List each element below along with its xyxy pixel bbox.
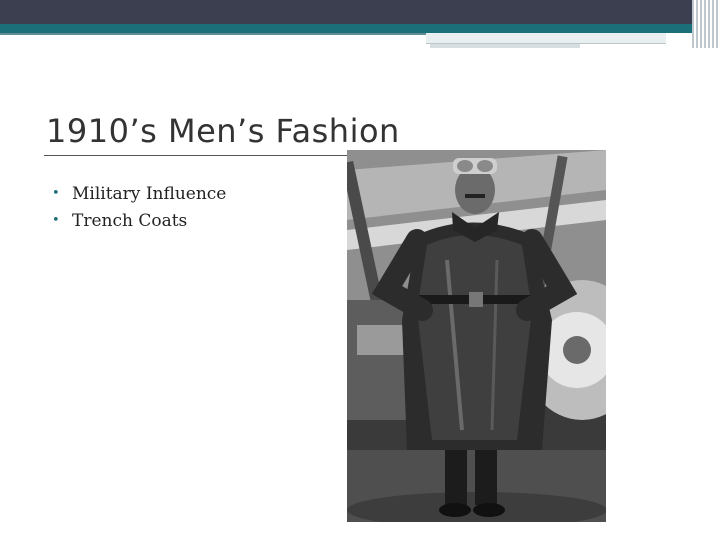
bullet-item: • Trench Coats <box>52 207 226 234</box>
header-bar-teal <box>0 24 720 33</box>
bullet-text: Military Influence <box>72 183 227 204</box>
header-tab-inner <box>430 44 580 48</box>
header-stripes <box>692 0 720 48</box>
bullet-item: • Military Influence <box>52 180 226 207</box>
header-bar-dark <box>0 0 720 24</box>
slide: 1910’s Men’s Fashion • Military Influenc… <box>0 0 720 540</box>
aviator-photo-drawing <box>347 150 606 522</box>
bullet-icon: • <box>52 186 60 201</box>
bullet-icon: • <box>52 213 60 228</box>
slide-title: 1910’s Men’s Fashion <box>46 112 400 150</box>
bullet-list: • Military Influence • Trench Coats <box>52 180 226 234</box>
bullet-text: Trench Coats <box>72 210 188 231</box>
aviator-photo <box>347 150 606 522</box>
header-tab <box>426 33 666 44</box>
header-divider <box>0 33 430 35</box>
